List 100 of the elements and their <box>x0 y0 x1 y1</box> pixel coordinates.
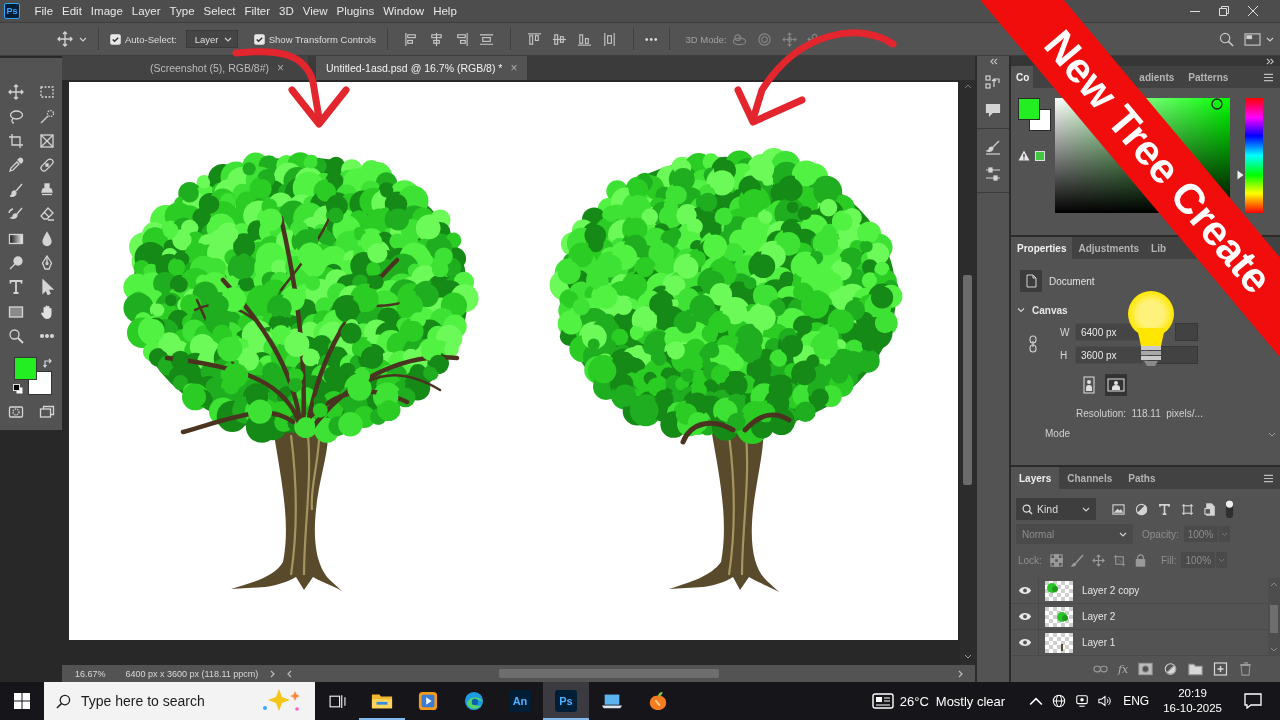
panel-menu-icon[interactable] <box>1263 72 1274 82</box>
scrollbar-thumb[interactable] <box>499 669 720 678</box>
menu-item[interactable]: Type <box>165 5 200 17</box>
panel-tab[interactable]: Layers <box>1011 467 1060 489</box>
layer-name[interactable]: Layer 2 copy <box>1082 585 1140 596</box>
align-left-icon[interactable] <box>403 31 419 47</box>
screen-mode-icon[interactable] <box>38 404 55 421</box>
lock-paint-icon[interactable] <box>1070 553 1084 567</box>
menu-item[interactable]: Filter <box>240 5 275 17</box>
image-filter-icon[interactable] <box>1112 502 1125 516</box>
menu-item[interactable]: Edit <box>57 5 87 17</box>
foreground-swatch-icon[interactable] <box>1018 98 1040 120</box>
layer-name[interactable]: Layer 1 <box>1082 637 1116 648</box>
adjustment-filter-icon[interactable] <box>1135 502 1148 516</box>
notification-icon[interactable] <box>1244 693 1262 709</box>
scrollbar-thumb[interactable] <box>963 275 972 485</box>
brush-settings-icon[interactable] <box>985 139 1001 155</box>
dimension-field[interactable]: 6400 px <box>1075 323 1143 341</box>
panel-tab[interactable]: adients <box>1137 66 1181 88</box>
type-filter-icon[interactable] <box>1158 502 1171 516</box>
eye-icon[interactable] <box>1017 612 1032 621</box>
search-icon[interactable] <box>1219 31 1234 47</box>
panel-tab[interactable]: Patterns <box>1180 66 1237 88</box>
collapse-icon[interactable] <box>987 58 999 65</box>
menu-item[interactable]: File <box>30 5 58 17</box>
scroll-down-icon[interactable] <box>1268 432 1276 437</box>
filter-dropdown[interactable]: Kind <box>1016 498 1096 520</box>
swap-icon[interactable] <box>43 358 53 369</box>
zoom-level[interactable]: 16.67% <box>75 668 106 679</box>
mask-icon[interactable] <box>1138 662 1154 676</box>
document-tab[interactable]: (Screenshot (5), RGB/8#) × <box>62 56 308 80</box>
align-top-icon[interactable] <box>526 31 542 47</box>
menu-item[interactable]: Plugins <box>332 5 379 17</box>
default-colors-icon[interactable] <box>13 384 23 395</box>
stamp-tool-icon[interactable] <box>38 181 55 198</box>
weather-condition[interactable]: Mostly clear <box>935 693 1006 709</box>
eye-icon[interactable] <box>1017 638 1032 647</box>
layer-thumbnail-icon[interactable] <box>1045 580 1073 601</box>
crop-tool-icon[interactable] <box>7 132 24 149</box>
temperature[interactable]: 26°C <box>899 693 929 709</box>
close-button[interactable]: × <box>277 61 284 75</box>
caret-icon[interactable] <box>1266 36 1274 42</box>
color-picker-ring-icon[interactable] <box>1211 98 1223 110</box>
foreground-swatch-icon[interactable] <box>14 357 37 381</box>
panel-menu-icon[interactable] <box>1263 473 1274 483</box>
menu-item[interactable]: Image <box>86 5 128 17</box>
hand-tool-icon[interactable] <box>38 303 55 320</box>
bandage-tool-icon[interactable] <box>38 157 55 174</box>
dimension-field[interactable]: 3600 px <box>1075 346 1143 364</box>
layer-thumbnail-icon[interactable] <box>1045 606 1073 627</box>
frame-tool-icon[interactable] <box>38 132 55 149</box>
move-tool-icon[interactable] <box>57 31 73 47</box>
collapse-icon[interactable] <box>1265 57 1276 65</box>
search-field[interactable]: Type here to search <box>44 682 315 720</box>
menu-item[interactable]: Select <box>199 5 240 17</box>
task-view-icon[interactable] <box>329 693 346 709</box>
folder-icon[interactable] <box>1188 662 1204 676</box>
scroll-up-icon[interactable] <box>1270 582 1278 587</box>
checkbox[interactable] <box>110 33 121 45</box>
lock-icon[interactable] <box>1133 553 1147 567</box>
monitor-icon[interactable] <box>1075 694 1090 708</box>
align-middle-icon[interactable] <box>551 31 567 47</box>
panel-tab[interactable]: Channels <box>1059 467 1121 489</box>
panel-tab[interactable]: Lib <box>1145 237 1173 259</box>
menu-item[interactable]: Help <box>428 5 462 17</box>
clock-date[interactable]: 16-10-2025 <box>1163 701 1222 716</box>
chevron-icon[interactable] <box>1017 306 1025 314</box>
restore-icon[interactable] <box>1219 6 1229 16</box>
marquee-tool-icon[interactable] <box>38 84 55 101</box>
taskbar-button[interactable]: Ps <box>543 682 589 720</box>
menu-item[interactable]: View <box>298 5 332 17</box>
scroll-down-icon[interactable] <box>963 654 972 659</box>
move-tool-icon[interactable] <box>7 84 24 101</box>
landscape-icon[interactable] <box>1105 374 1127 396</box>
workspace-icon[interactable] <box>1244 31 1261 47</box>
align-center-icon[interactable] <box>428 31 444 47</box>
input-field[interactable] <box>1175 323 1198 341</box>
quick-selection-tool-icon[interactable] <box>38 108 55 125</box>
menu-item[interactable]: Layer <box>127 5 166 17</box>
lasso-tool-icon[interactable] <box>7 108 24 125</box>
distribute-icon[interactable] <box>478 31 494 47</box>
globe-icon[interactable] <box>1052 694 1067 708</box>
menu-item[interactable]: Window <box>378 5 429 17</box>
adjustment-layer-icon[interactable] <box>1163 662 1179 676</box>
warning-icon[interactable] <box>1018 150 1030 161</box>
close-icon[interactable] <box>1248 6 1258 16</box>
effects-button[interactable]: fx <box>1118 662 1129 676</box>
more-options-button[interactable]: ••• <box>644 33 659 45</box>
chevron-right-icon[interactable] <box>270 669 276 678</box>
brush-tool-icon[interactable] <box>7 181 24 198</box>
align-bottom-icon[interactable] <box>576 31 592 47</box>
layer-dropdown[interactable]: Layer <box>185 30 238 48</box>
checkbox[interactable] <box>253 33 265 45</box>
trash-icon[interactable] <box>1238 662 1254 676</box>
sliders-icon[interactable] <box>985 166 1001 182</box>
scroll-right-icon[interactable] <box>958 669 963 678</box>
section-title[interactable]: Canvas <box>1032 304 1068 316</box>
distribute-vertical-icon[interactable] <box>601 31 617 47</box>
language-indicator[interactable]: ENG <box>1123 694 1150 708</box>
panel-tab[interactable]: Adjustments <box>1072 237 1146 259</box>
